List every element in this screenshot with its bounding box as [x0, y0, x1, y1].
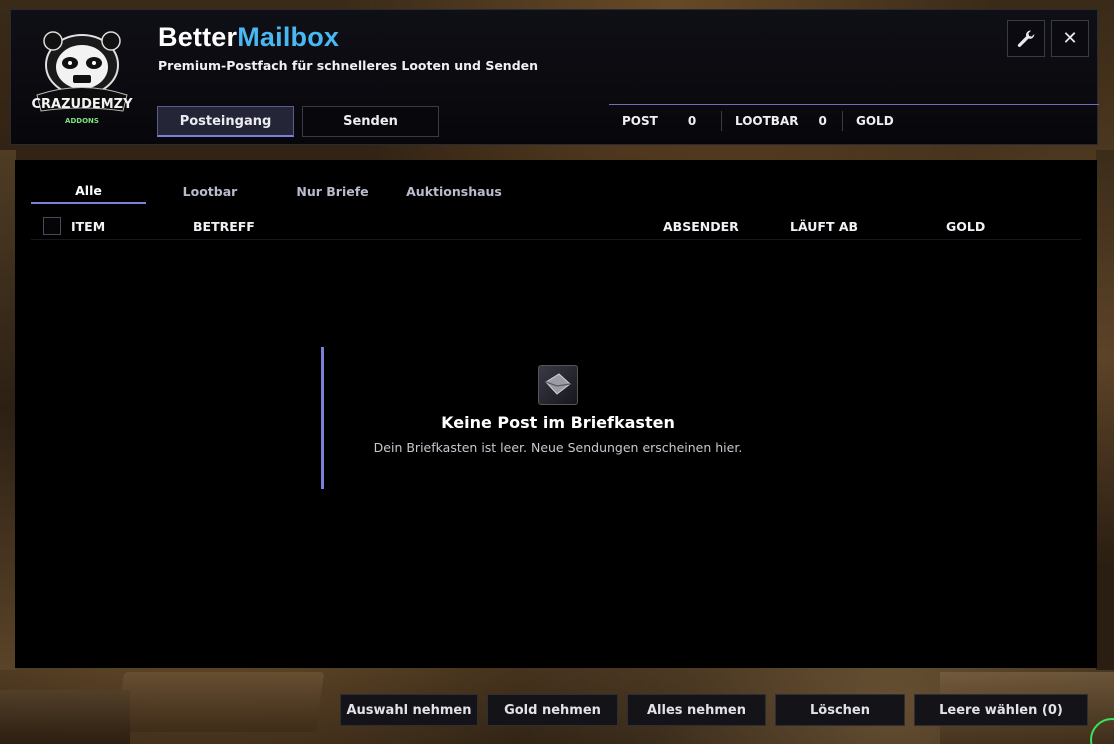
background-shelf-left [0, 150, 16, 670]
panda-logo-icon: CRAZUDEMZY ADDONS [31, 31, 133, 125]
tab-send[interactable]: Senden [302, 106, 439, 137]
table-header: ITEM BETREFF ABSENDER LÄUFT AB GOLD [31, 215, 1081, 240]
settings-button[interactable] [1007, 20, 1045, 57]
filter-auction-house[interactable]: Auktionshaus [391, 178, 517, 204]
mail-list-panel: Alle Lootbar Nur Briefe Auktionshaus ITE… [15, 160, 1097, 668]
column-sender[interactable]: ABSENDER [663, 219, 739, 234]
stat-loot-value: 0 [818, 114, 827, 128]
select-all-checkbox[interactable] [43, 217, 61, 235]
app-subtitle: Premium-Postfach für schnelleres Looten … [158, 58, 539, 73]
filter-all[interactable]: Alle [31, 178, 146, 204]
stat-post-value: 0 [687, 114, 697, 128]
take-gold-button[interactable]: Gold nehmen [487, 694, 618, 726]
filter-tabs: Alle Lootbar Nur Briefe Auktionshaus [31, 178, 517, 204]
background-shelf-right [1096, 150, 1114, 670]
column-subject[interactable]: BETREFF [193, 219, 255, 234]
mail-stats-bar: POST 0 LOOTBAR 0 GOLD [609, 104, 1099, 137]
close-button[interactable]: ✕ [1051, 20, 1089, 57]
background-book [0, 690, 130, 744]
stat-post: POST 0 [609, 111, 721, 131]
tab-inbox[interactable]: Posteingang [157, 106, 294, 137]
logo-text: CRAZUDEMZY [31, 97, 133, 112]
stat-post-label: POST [622, 114, 658, 128]
filter-lootable[interactable]: Lootbar [146, 178, 274, 204]
filter-letters-only[interactable]: Nur Briefe [274, 178, 391, 204]
stat-gold: GOLD [843, 111, 894, 131]
delete-button[interactable]: Löschen [775, 694, 905, 726]
take-selection-button[interactable]: Auswahl nehmen [340, 694, 478, 726]
mailbox-header: CRAZUDEMZY ADDONS BetterMailbox Premium-… [10, 9, 1099, 145]
app-title-part1: Better [158, 22, 238, 52]
column-item[interactable]: ITEM [71, 219, 105, 234]
stat-loot-label: LOOTBAR [735, 114, 799, 128]
app-title-part2: Mailbox [237, 22, 340, 52]
stat-lootable: LOOTBAR 0 [722, 111, 842, 131]
column-expires[interactable]: LÄUFT AB [790, 219, 858, 234]
empty-state-title: Keine Post im Briefkasten [441, 413, 675, 432]
app-title: BetterMailbox [158, 22, 339, 53]
take-all-button[interactable]: Alles nehmen [627, 694, 766, 726]
empty-state: Keine Post im Briefkasten Dein Briefkast… [321, 347, 801, 489]
select-empty-button[interactable]: Leere wählen (0) [914, 694, 1088, 726]
stat-gold-label: GOLD [856, 114, 894, 128]
empty-state-text: Dein Briefkasten ist leer. Neue Sendunge… [373, 440, 743, 455]
column-gold[interactable]: GOLD [946, 219, 985, 234]
background-book [115, 672, 325, 732]
envelope-icon [538, 365, 578, 405]
crazudemzy-logo: CRAZUDEMZY ADDONS [23, 25, 141, 129]
logo-subtext: ADDONS [65, 117, 99, 125]
close-icon: ✕ [1062, 28, 1078, 49]
wrench-icon [1017, 30, 1035, 47]
